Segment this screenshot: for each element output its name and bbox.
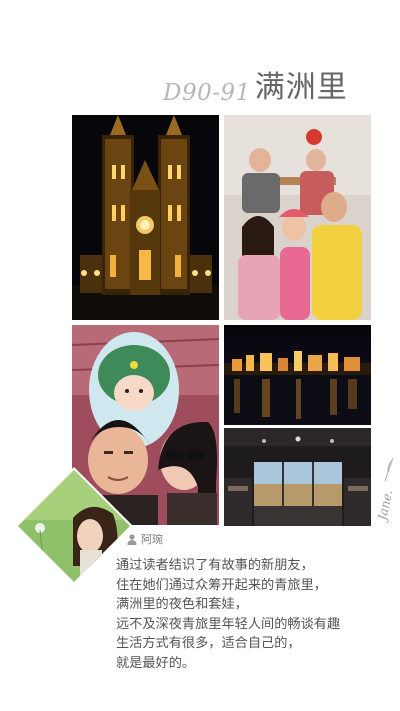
person-icon (127, 533, 137, 545)
signature-text: Jane. (375, 488, 396, 522)
city-night-skyline-photo[interactable] (224, 325, 371, 425)
body-line: 就是最好的。 (116, 655, 196, 671)
title-place: 满洲里 (254, 70, 348, 105)
avatar[interactable] (15, 467, 133, 585)
body-line: 生活方式有很多，适合自己的， (116, 636, 301, 652)
body-line: 满洲里的夜色和套娃， (116, 597, 248, 613)
page-title: D90-91 满洲里 (163, 62, 348, 106)
title-day-range: D90-91 (163, 80, 251, 106)
author-name: 阿琬 (141, 533, 163, 546)
body-line: 住在她们通过众筹开起来的青旅里， (116, 577, 327, 593)
body-text: 通过读者结识了有故事的新朋友， 住在她们通过众筹开起来的青旅里， 满洲里的夜色和… (116, 556, 392, 674)
body-line: 通过读者结识了有故事的新朋友， (116, 558, 314, 573)
author-byline: 阿琬 (127, 531, 163, 547)
cathedral-night-photo[interactable] (72, 115, 219, 320)
body-line: 远不及深夜青旅里年轻人间的畅谈有趣 (116, 616, 341, 632)
hostel-window-room-photo[interactable] (224, 428, 371, 526)
friends-group-photo[interactable] (224, 115, 371, 320)
signature: Jane. (375, 478, 400, 538)
travel-diary-page: D90-91 满洲里 阿琬 通过读者结识了有故事的新朋友， 住在她们通过众筹开起… (0, 0, 400, 711)
